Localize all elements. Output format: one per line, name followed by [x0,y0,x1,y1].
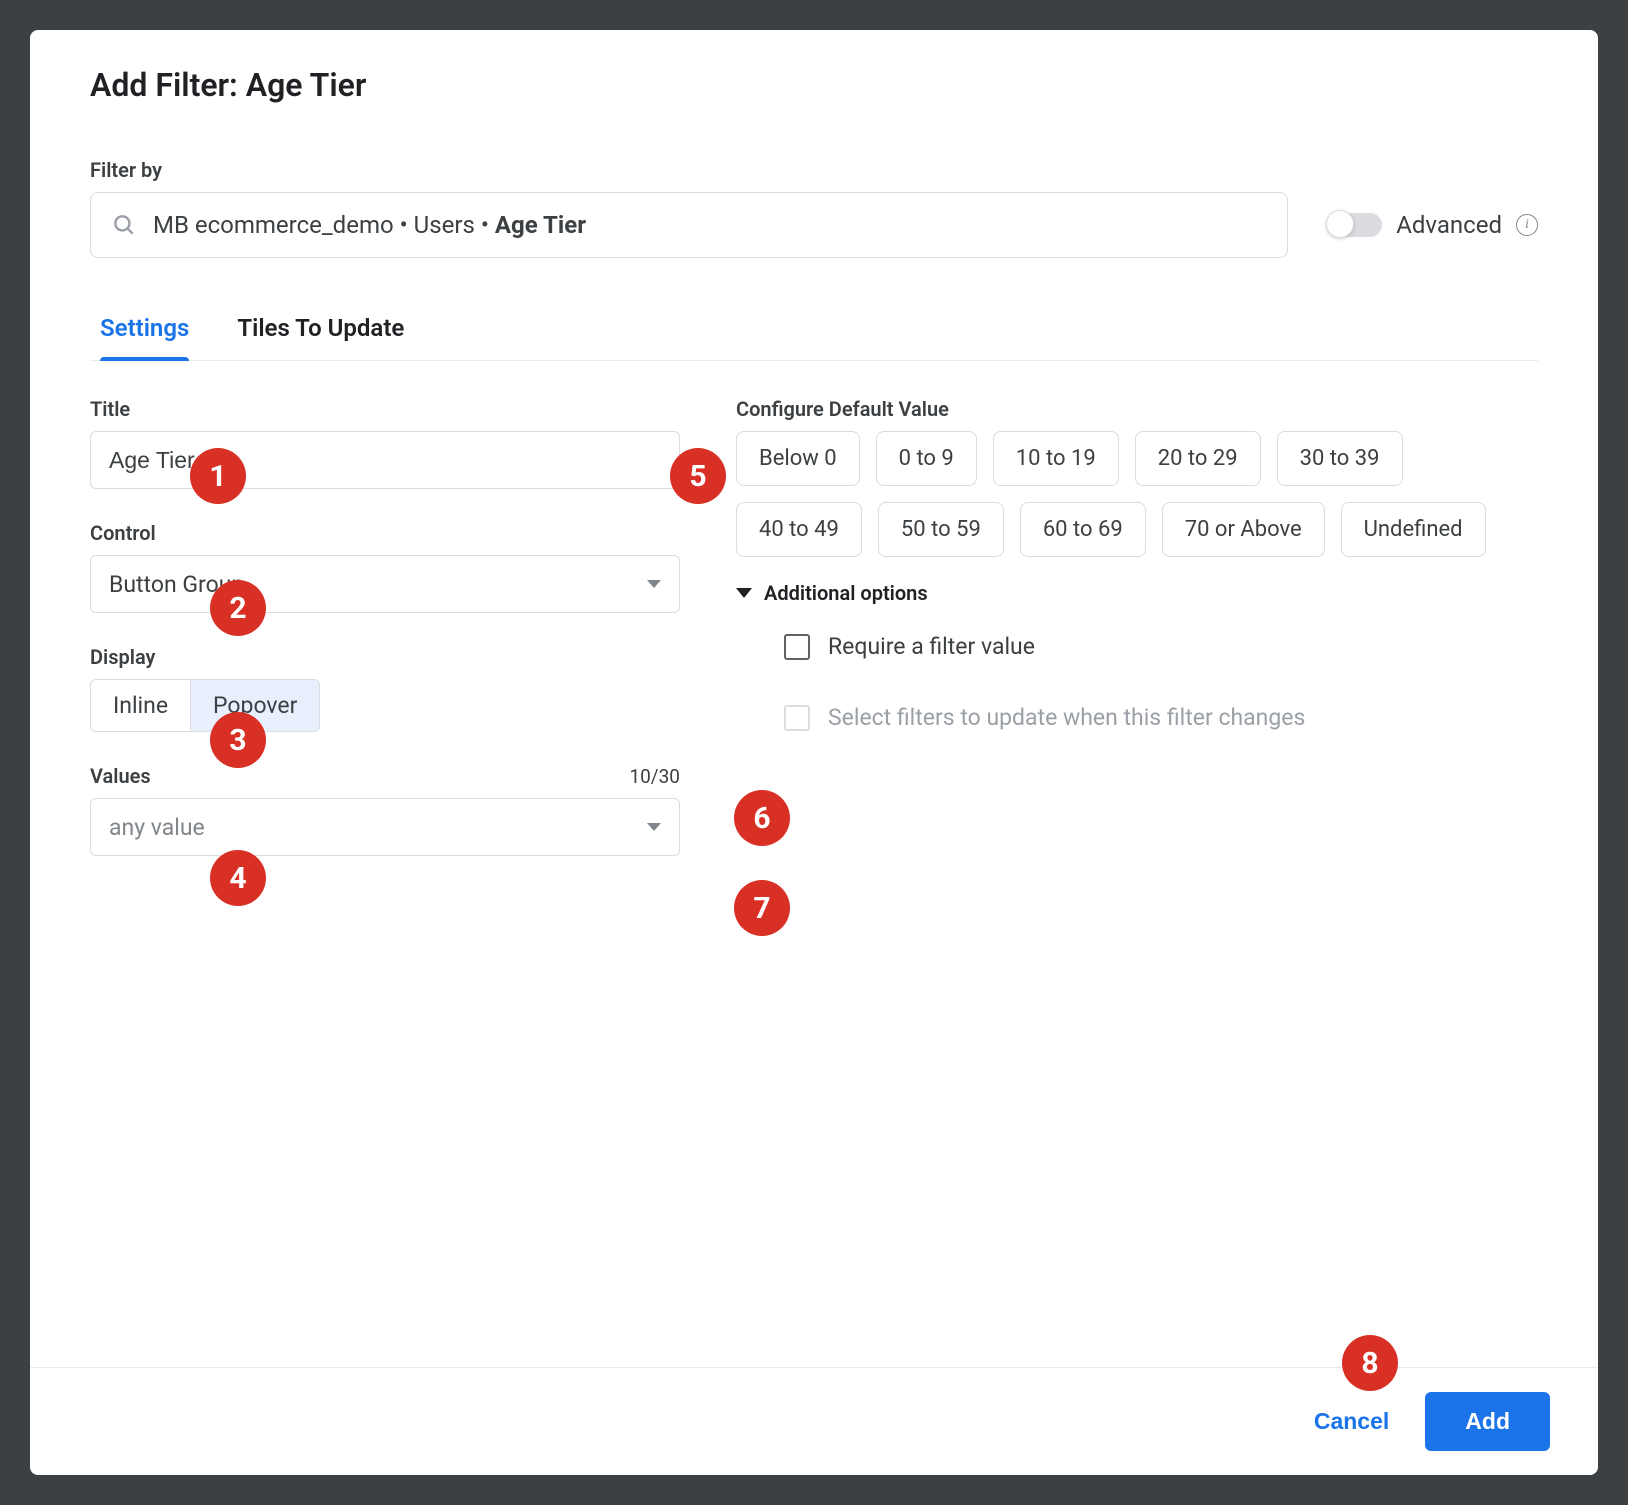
title-label: Title [90,397,680,421]
control-label: Control [90,521,680,545]
chip-70-or-above[interactable]: 70 or Above [1162,502,1325,557]
tab-settings[interactable]: Settings [100,314,189,360]
chip-40-to-49[interactable]: 40 to 49 [736,502,862,557]
chevron-down-icon [736,588,752,598]
require-filter-row: Require a filter value [736,633,1538,660]
update-filters-label: Select filters to update when this filte… [828,704,1305,731]
chip-60-to-69[interactable]: 60 to 69 [1020,502,1146,557]
filter-by-label: Filter by [90,158,1538,182]
tabs: Settings Tiles To Update [90,314,1538,361]
control-select[interactable]: Button Group [90,555,680,613]
search-icon [111,212,137,238]
advanced-label: Advanced [1396,211,1502,239]
chip-undefined[interactable]: Undefined [1341,502,1486,557]
require-filter-checkbox[interactable] [784,634,810,660]
add-button[interactable]: Add [1425,1392,1550,1451]
display-inline-button[interactable]: Inline [91,680,190,731]
filter-by-input[interactable]: MB ecommerce_demo • Users • Age Tier [90,192,1288,258]
display-label: Display [90,645,680,669]
filter-by-path: MB ecommerce_demo • Users • Age Tier [153,211,586,239]
update-filters-row: Select filters to update when this filte… [736,704,1538,731]
values-label: Values [90,764,151,788]
chevron-down-icon [647,580,661,588]
chip-30-to-39[interactable]: 30 to 39 [1277,431,1403,486]
tab-tiles-to-update[interactable]: Tiles To Update [237,314,404,360]
chip-below-0[interactable]: Below 0 [736,431,860,486]
advanced-toggle[interactable] [1328,213,1382,237]
chevron-down-icon [647,823,661,831]
title-input[interactable] [90,431,680,489]
cancel-button[interactable]: Cancel [1314,1408,1389,1435]
chip-0-to-9[interactable]: 0 to 9 [876,431,977,486]
chip-20-to-29[interactable]: 20 to 29 [1135,431,1261,486]
values-select[interactable]: any value [90,798,680,856]
default-value-chips: Below 0 0 to 9 10 to 19 20 to 29 30 to 3… [736,431,1538,557]
require-filter-label: Require a filter value [828,633,1035,660]
update-filters-checkbox [784,705,810,731]
configure-default-label: Configure Default Value [736,397,1538,421]
chip-10-to-19[interactable]: 10 to 19 [993,431,1119,486]
display-popover-button[interactable]: Popover [190,680,319,731]
display-segmented: Inline Popover [90,679,320,732]
additional-options-toggle[interactable]: Additional options [736,581,1538,605]
chip-50-to-59[interactable]: 50 to 59 [878,502,1004,557]
info-icon[interactable]: i [1516,214,1538,236]
dialog-footer: Cancel Add [30,1367,1598,1475]
dialog-title: Add Filter: Age Tier [30,30,1598,104]
add-filter-dialog: 1 2 3 4 5 6 7 8 Add Filter: Age Tier Fil… [30,30,1598,1475]
values-count: 10/30 [629,765,680,788]
